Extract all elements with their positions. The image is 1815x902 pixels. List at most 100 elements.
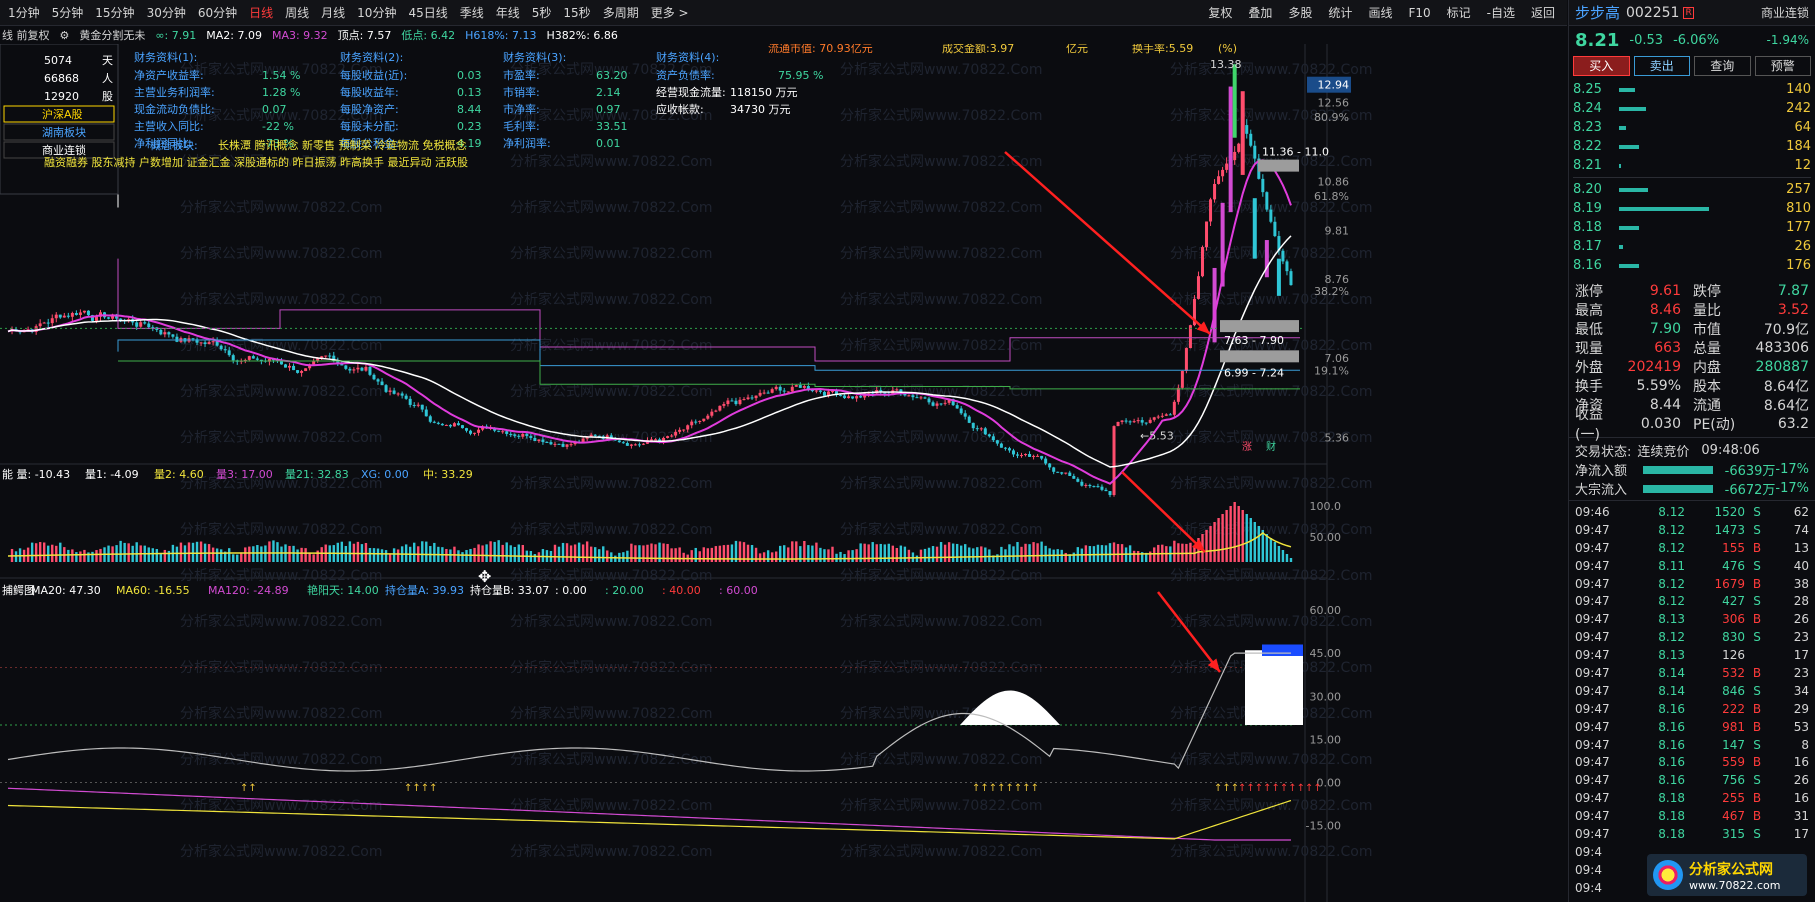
period-tab[interactable]: 10分钟 — [351, 0, 402, 26]
watermark-text: 分析家公式网www.70822.Com — [180, 567, 382, 584]
vol-indicator-value: 量2: 4.60 — [154, 468, 204, 481]
candle-body — [456, 423, 460, 426]
tool-button[interactable]: 标记 — [1439, 0, 1479, 26]
tick-list[interactable]: 09:46 8.12 1520 S 62 09:47 8.12 1473 S 74 09:47 8.1… — [1569, 500, 1815, 899]
stat-label: 股本 — [1693, 378, 1721, 395]
watermark-text: 分析家公式网www.70822.Com — [840, 521, 1042, 538]
tick-volume: 427 — [1722, 594, 1745, 609]
candle-body — [1015, 454, 1019, 456]
period-tab[interactable]: 15分钟 — [89, 0, 140, 26]
price-axis-label: 12.56 — [1318, 96, 1350, 109]
candle-body — [1096, 486, 1100, 488]
vol-bar — [288, 545, 291, 562]
ask-row[interactable]: 8.23 64 — [1573, 118, 1811, 137]
indicator-name[interactable]: 黄金分割无未 — [79, 27, 145, 43]
bid-row[interactable]: 8.16 176 — [1573, 256, 1811, 275]
tick-volume: 222 — [1722, 701, 1745, 716]
period-tab[interactable]: 月线 — [315, 0, 351, 26]
alert-button[interactable]: 预警 — [1754, 56, 1811, 76]
tool-button[interactable]: F10 — [1400, 0, 1438, 26]
industry-label[interactable]: 商业连锁 — [1761, 4, 1809, 21]
pos-indicator-value: MA60: -16.55 — [116, 584, 190, 597]
tick-time: 09:4 — [1575, 862, 1602, 877]
watermark-text: 分析家公式网www.70822.Com — [840, 797, 1042, 814]
price-axis-label: 8.76 — [1325, 273, 1350, 286]
candle-body — [1232, 64, 1237, 138]
stat-value: 7.90 — [1649, 320, 1681, 337]
ask-row[interactable]: 8.24 242 — [1573, 99, 1811, 118]
bid-price: 8.16 — [1573, 258, 1602, 273]
signal-mark-icon: ↑↑↑↑↑↑↑↑↑↑ — [1238, 783, 1322, 794]
candle-body — [1112, 426, 1116, 496]
tool-button[interactable]: 复权 — [1200, 0, 1240, 26]
tool-button[interactable]: 画线 — [1360, 0, 1400, 26]
finance-value: 0.23 — [457, 120, 482, 133]
period-tab[interactable]: 1分钟 — [2, 0, 46, 26]
gear-icon[interactable]: ⚙ — [60, 29, 70, 42]
tick-time: 09:47 — [1575, 522, 1610, 537]
tick-price: 8.12 — [1658, 576, 1685, 591]
main-indicator-line: 线 前复权 ⚙ 黄金分割无未 ∞: 7.91 MA2: 7.09 MA3: 9.32… — [0, 26, 1567, 44]
sell-button[interactable]: 卖出 — [1633, 56, 1690, 76]
chart-svg[interactable]: 分析家公式网www.70822.Com 分析家公式网www.70822.Com 分析… — [0, 41, 1567, 902]
period-tab[interactable]: 5秒 — [526, 0, 558, 26]
tick-row: 09:47 8.16 147 S 8 — [1575, 736, 1809, 754]
board-link[interactable]: 商业连锁 — [42, 143, 86, 157]
chart-area[interactable]: 分析家公式网www.70822.Com 分析家公式网www.70822.Com 分析… — [0, 41, 1567, 902]
tool-button[interactable]: 叠加 — [1240, 0, 1280, 26]
vol-bar — [465, 550, 468, 562]
period-tab[interactable]: 多周期 — [597, 0, 645, 26]
vol-bar — [135, 542, 138, 562]
bid-row[interactable]: 8.17 26 — [1573, 237, 1811, 256]
period-tab[interactable]: 45日线 — [402, 0, 453, 26]
buy-button[interactable]: 买入 — [1573, 56, 1630, 76]
period-tab[interactable]: 年线 — [490, 0, 526, 26]
tick-side: S — [1753, 504, 1761, 519]
tool-button[interactable]: 返回 — [1523, 0, 1563, 26]
bid-row[interactable]: 8.20 257 — [1573, 180, 1811, 199]
tick-price: 8.13 — [1658, 612, 1685, 627]
tool-button[interactable]: 多股 — [1280, 0, 1320, 26]
tick-time: 09:47 — [1575, 648, 1610, 663]
tick-volume: 756 — [1722, 773, 1745, 788]
period-tab[interactable]: 15秒 — [557, 0, 596, 26]
board-link[interactable]: 湖南板块 — [42, 125, 86, 139]
vol-bar — [244, 547, 247, 562]
bid-row[interactable]: 8.18 177 — [1573, 218, 1811, 237]
query-button[interactable]: 查询 — [1694, 56, 1751, 76]
candle-body — [82, 310, 86, 313]
period-tab[interactable]: 更多 > — [645, 0, 695, 26]
board-link[interactable]: 沪深A股 — [42, 107, 83, 121]
period-tab[interactable]: 30分钟 — [141, 0, 192, 26]
bid-row[interactable]: 8.19 810 — [1573, 199, 1811, 218]
finance-value: 0.97 — [596, 103, 621, 116]
vol-bar — [702, 547, 705, 562]
tool-button[interactable]: 统计 — [1320, 0, 1360, 26]
vol-bar — [272, 540, 275, 562]
stat-value: 5.59% — [1636, 377, 1681, 394]
ask-row[interactable]: 8.25 140 — [1573, 80, 1811, 99]
price-pct: -6.06% — [1673, 32, 1720, 48]
price-axis-label: 61.8% — [1314, 190, 1349, 203]
period-tab[interactable]: 日线 — [243, 0, 279, 26]
period-tab[interactable]: 周线 — [279, 0, 315, 26]
adjust-mode[interactable]: 线 前复权 — [2, 27, 50, 43]
ask-row[interactable]: 8.21 12 — [1573, 156, 1811, 175]
stat-value: 3.52 — [1777, 301, 1809, 318]
candle-body — [999, 443, 1003, 448]
tool-button[interactable]: -自选 — [1479, 0, 1523, 26]
tick-price: 8.16 — [1658, 737, 1685, 752]
candle-body — [706, 415, 710, 419]
candle-body — [963, 413, 967, 417]
vol-bar — [573, 544, 577, 562]
period-tab[interactable]: 5分钟 — [46, 0, 90, 26]
period-tab[interactable]: 季线 — [454, 0, 490, 26]
stat-label: 涨停 — [1575, 283, 1603, 300]
candle-body — [436, 422, 440, 424]
period-tab[interactable]: 60分钟 — [192, 0, 243, 26]
vol-bar — [899, 545, 903, 562]
vol-bar — [1241, 510, 1244, 562]
vol-bar — [449, 549, 452, 562]
ask-row[interactable]: 8.22 184 — [1573, 137, 1811, 156]
vol-bar — [320, 547, 323, 562]
